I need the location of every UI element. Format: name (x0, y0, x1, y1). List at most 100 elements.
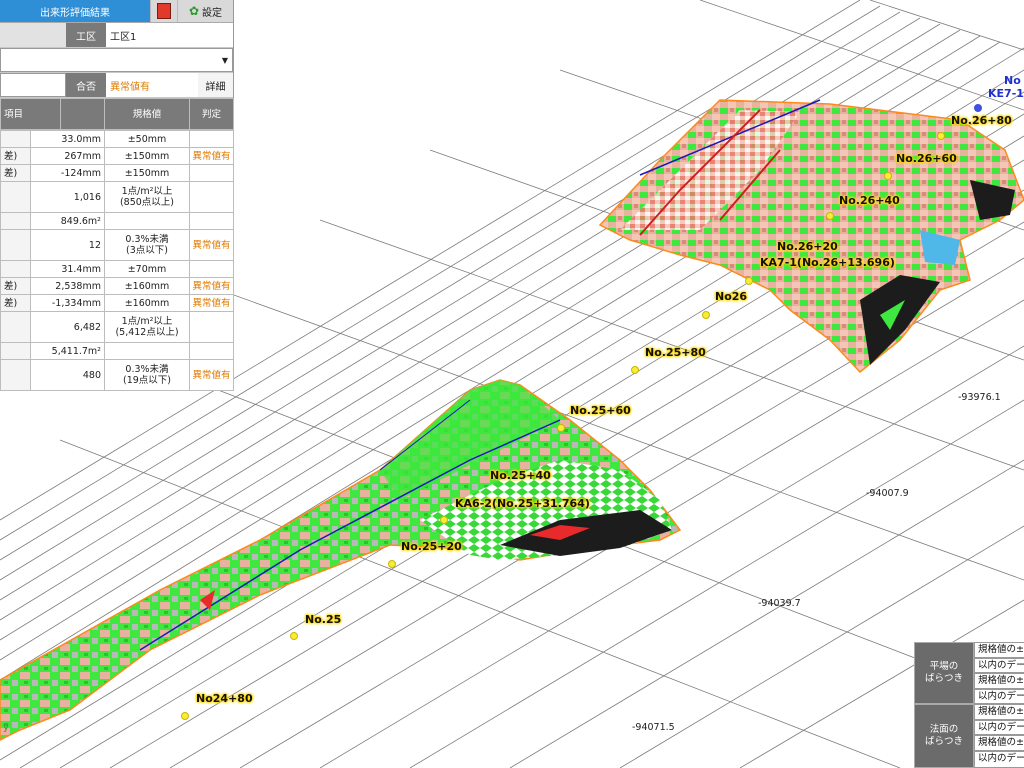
station-label: No.25+60 (570, 404, 631, 417)
table-cell-spec (104, 212, 190, 230)
table-cell-spec: ±150mm (104, 147, 190, 165)
table-cell-value: 31.4mm (30, 260, 105, 278)
table-cell-item (0, 260, 31, 278)
table-row[interactable]: 849.6m² (0, 212, 234, 230)
table-cell-judge (189, 164, 234, 182)
table-cell-value: 480 (30, 359, 105, 391)
table-row[interactable]: 480 0.3%未満 (19点以下) 異常値有 (0, 359, 234, 391)
column-header: 規格値 (104, 98, 190, 130)
coordinate-label: -93976.1 (958, 392, 1001, 403)
axis-label: y (3, 722, 9, 733)
table-row[interactable]: 差) -1,334mm ±160mm 異常値有 (0, 294, 234, 312)
table-cell-judge (189, 130, 234, 148)
station-marker[interactable] (884, 172, 892, 180)
table-cell-item: 差) (0, 164, 31, 182)
table-cell-judge: 異常値有 (189, 277, 234, 295)
table-cell-spec: ±50mm (104, 130, 190, 148)
table-cell-item: 差) (0, 277, 31, 295)
station-marker[interactable] (388, 560, 396, 568)
station-marker[interactable] (631, 366, 639, 374)
evaluation-result-panel: 出来形評価結果 ✿ 設定 工区 工区1 ▼ 合否 異常値有 詳細 項目 規格値 … (0, 0, 234, 391)
legend-category-slope: 法面の ばらつき (914, 704, 974, 768)
settings-label: 設定 (202, 7, 223, 19)
table-cell-value: 6,482 (30, 311, 105, 343)
table-cell-judge (189, 260, 234, 278)
table-row[interactable]: 1,016 1点/m²以上 (850点以上) (0, 181, 234, 213)
station-label: No.25+20 (401, 540, 462, 553)
lower-surface[interactable] (0, 379, 682, 741)
station-label: No.25+40 (490, 469, 551, 482)
tab-evaluation-result[interactable]: 出来形評価結果 (0, 0, 150, 22)
table-cell-item (0, 229, 31, 261)
dropdown-row: ▼ (0, 48, 233, 73)
legend-desc: 以内のデー (974, 751, 1024, 768)
table-row[interactable]: 差) -124mm ±150mm (0, 164, 234, 182)
table-cell-value: 5,411.7m² (30, 342, 105, 360)
blue-point-marker[interactable] (974, 104, 982, 112)
table-row[interactable]: 31.4mm ±70mm (0, 260, 234, 278)
table-row[interactable]: 5,411.7m² (0, 342, 234, 360)
table-row[interactable]: 6,482 1点/m²以上 (5,412点以上) (0, 311, 234, 343)
station-marker[interactable] (745, 277, 753, 285)
table-cell-item (0, 311, 31, 343)
table-cell-item (0, 359, 31, 391)
table-cell-value: 2,538mm (30, 277, 105, 295)
table-header: 項目 規格値 判定 (0, 98, 234, 130)
station-marker[interactable] (290, 632, 298, 640)
table-cell-spec: ±70mm (104, 260, 190, 278)
station-marker[interactable] (702, 311, 710, 319)
table-cell-judge (189, 342, 234, 360)
table-row[interactable]: 差) 267mm ±150mm 異常値有 (0, 147, 234, 165)
pass-row: 合否 異常値有 詳細 (0, 73, 233, 98)
area-label: 工区 (66, 23, 106, 47)
coordinate-label: -94039.7 (758, 598, 801, 609)
legend-desc: 規格値の± (974, 673, 1024, 689)
table-cell-item (0, 181, 31, 213)
legend-desc: 以内のデー (974, 689, 1024, 704)
station-label: No.26+40 (839, 194, 900, 207)
point-label: No (1004, 74, 1021, 87)
table-cell-spec: 1点/m²以上 (5,412点以上) (104, 311, 190, 343)
area-row: 工区 工区1 (0, 23, 233, 48)
upper-surface[interactable] (598, 99, 1024, 374)
station-marker[interactable] (557, 424, 565, 432)
result-table: 項目 規格値 判定 (0, 98, 234, 130)
table-cell-spec: 0.3%未満 (3点以下) (104, 229, 190, 261)
area-value: 工区1 (106, 23, 233, 47)
station-marker[interactable] (937, 132, 945, 140)
legend: 平場の ばらつき 規格値の± 以内のデー 規格値の± 以内のデー 法面の ばらつ… (914, 642, 1024, 768)
table-row[interactable]: 33.0mm ±50mm (0, 130, 234, 148)
result-rows: 33.0mm ±50mm 差) 267mm ±150mm 異常値有 差) -124mm ±150… (0, 130, 234, 391)
table-cell-judge (189, 311, 234, 343)
table-row[interactable]: 12 0.3%未満 (3点以下) 異常値有 (0, 229, 234, 261)
table-cell-value: 1,016 (30, 181, 105, 213)
station-marker[interactable] (826, 212, 834, 220)
area-dropdown[interactable]: ▼ (0, 48, 233, 72)
table-cell-judge: 異常値有 (189, 294, 234, 312)
table-cell-value: -124mm (30, 164, 105, 182)
column-header: 項目 (0, 98, 61, 130)
station-label: No.26+60 (896, 152, 957, 165)
table-cell-spec: ±160mm (104, 277, 190, 295)
station-label: No.25 (305, 613, 342, 626)
table-cell-item: 差) (0, 294, 31, 312)
station-marker[interactable] (181, 712, 189, 720)
table-cell-value: 12 (30, 229, 105, 261)
detail-button[interactable]: 詳細 (198, 73, 233, 97)
table-row[interactable]: 差) 2,538mm ±160mm 異常値有 (0, 277, 234, 295)
report-button[interactable] (150, 0, 177, 22)
station-label: No.26+80 (951, 114, 1012, 127)
station-label: KA6-2(No.25+31.764) (455, 497, 590, 510)
settings-button[interactable]: ✿ 設定 (177, 0, 233, 22)
table-cell-judge: 異常値有 (189, 359, 234, 391)
pass-value: 異常値有 (106, 73, 198, 97)
table-cell-spec: 1点/m²以上 (850点以上) (104, 181, 190, 213)
station-label: No24+80 (196, 692, 253, 705)
table-cell-value: 33.0mm (30, 130, 105, 148)
table-cell-judge (189, 181, 234, 213)
pass-input[interactable] (0, 73, 66, 97)
table-cell-judge: 異常値有 (189, 229, 234, 261)
station-marker[interactable] (440, 516, 448, 524)
table-cell-spec: ±160mm (104, 294, 190, 312)
table-cell-item (0, 342, 31, 360)
